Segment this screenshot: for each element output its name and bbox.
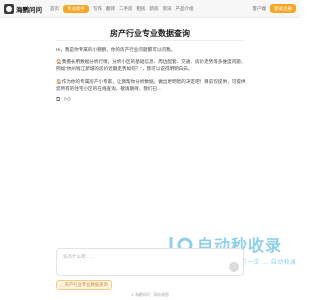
chat-input-box[interactable]: 说点什么吧…… ↑ <box>56 248 244 276</box>
client-download-link[interactable]: 客户端 <box>253 6 267 12</box>
top-navigation-bar: 海鹦问问 首页 专业助手 写作 翻译 二手房 租房 新房 资讯 产品介绍 客户端… <box>0 0 300 18</box>
nav-item-news[interactable]: 资讯 <box>163 6 172 12</box>
thumb-up-icon[interactable]: 👍︎ <box>64 97 70 104</box>
send-button[interactable]: ↑ <box>229 262 239 272</box>
nav-item-resale[interactable]: 二手房 <box>119 6 133 12</box>
nav-item-assistant[interactable]: 专业助手 <box>63 4 89 13</box>
topic-tag-label: 房产行业专业数据查询 <box>64 282 108 287</box>
nav-item-writing[interactable]: 写作 <box>93 6 102 12</box>
nav-item-new-home[interactable]: 新房 <box>150 6 159 12</box>
message-paragraph: Hi，我是你专属的小鹦鹦，你的房产行业问题都可以问我。 <box>56 47 176 52</box>
login-register-button[interactable]: 登录注册 <box>270 4 296 13</box>
house-icon: ⌂ <box>60 282 63 288</box>
nav-item-rent[interactable]: 租房 <box>137 6 146 12</box>
logo-icon <box>4 3 14 14</box>
nav-item-home[interactable]: 首页 <box>50 6 59 12</box>
footer: © 海鹦问问 · 网站地图 <box>131 293 169 297</box>
header-actions: 客户端 登录注册 <box>253 4 296 13</box>
chat-input-placeholder: 说点什么吧…… <box>63 254 95 259</box>
logo-text: 海鹦问问 <box>16 6 42 14</box>
site-logo[interactable]: 海鹦问问 <box>4 3 42 14</box>
title-divider <box>56 40 244 41</box>
page-title: 房产行业专业数据查询 <box>110 29 190 38</box>
main-nav: 首页 专业助手 写作 翻译 二手房 租房 新房 资讯 产品介绍 <box>50 4 194 13</box>
topic-tag[interactable]: ⌂ 房产行业专业数据查询 <box>56 280 112 290</box>
message-paragraph: 🏠作为你的专属房产小专家，让我帮你分析数据，做出更明智的决定吧！目前仅提供，可提… <box>56 78 246 91</box>
message-paragraph: 🏠我擅长用数据分析行情，分析小区的基础信息、周边配套、交通、房价走势等多维度问题… <box>56 59 246 72</box>
message-actions: ⧉ 👍︎ <box>56 97 246 104</box>
nav-item-translate[interactable]: 翻译 <box>106 6 115 12</box>
copy-icon[interactable]: ⧉ <box>56 97 60 104</box>
send-arrow-icon: ↑ <box>232 264 236 270</box>
nav-item-product[interactable]: 产品介绍 <box>176 6 194 12</box>
assistant-message: Hi，我是你专属的小鹦鹦，你的房产行业问题都可以问我。 🏠我擅长用数据分析行情，… <box>56 46 246 104</box>
